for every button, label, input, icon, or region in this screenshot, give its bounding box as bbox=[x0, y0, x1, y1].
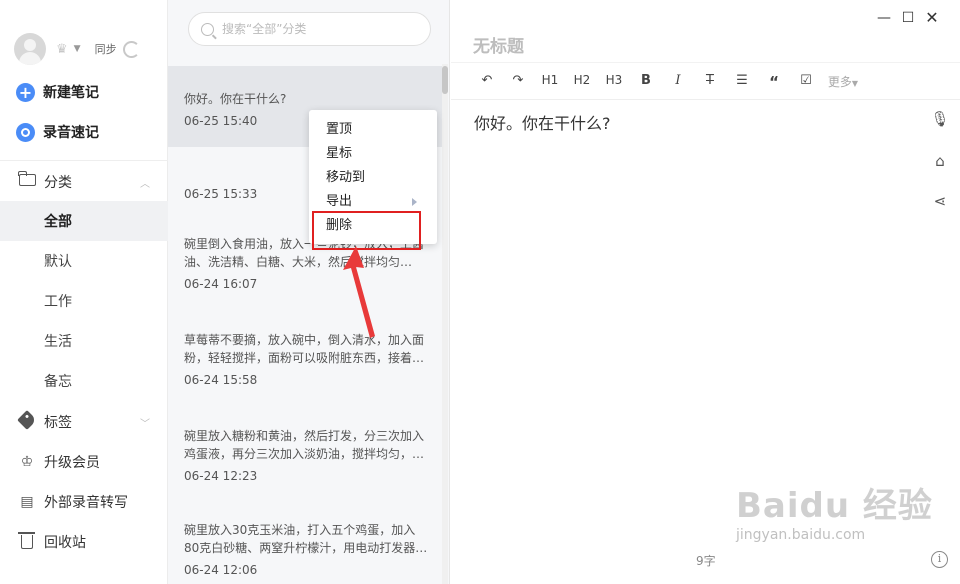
search-box[interactable] bbox=[188, 12, 431, 46]
list-item[interactable]: 碗里放入30克玉米油，打入五个鸡蛋，加入80克白砂糖、两窒升柠檬汁，用电动打发器… bbox=[168, 515, 442, 584]
scrollbar-thumb[interactable] bbox=[442, 66, 448, 94]
checkbox-icon[interactable]: ☑ bbox=[796, 73, 816, 88]
folder-icon bbox=[18, 171, 36, 190]
note-time: 06-24 16:07 bbox=[184, 277, 258, 291]
undo-icon[interactable]: ↶ bbox=[477, 73, 497, 88]
new-note-label: 新建笔记 bbox=[43, 85, 99, 101]
close-icon[interactable]: ✕ bbox=[924, 8, 940, 27]
note-excerpt: 碗里放入糖粉和黄油，然后打发，分三次加入鸡蛋液，再分三次加入淡奶油，搅拌均匀，… bbox=[184, 429, 425, 461]
chevron-down-icon[interactable]: ▼ bbox=[74, 44, 81, 54]
chevron-down-icon: ﹀ bbox=[140, 418, 150, 430]
voice-note-button[interactable]: 录音速记 bbox=[16, 121, 99, 143]
trash-label: 回收站 bbox=[44, 535, 86, 551]
list-item[interactable]: 草莓蒂不要摘，放入碗中，倒入清水，加入面粉，轻轻搅拌，面粉可以吸附脏东西，接着…… bbox=[168, 323, 442, 419]
quote-button[interactable]: “ bbox=[764, 73, 784, 91]
editor-toolbar: ↶ ↷ H1 H2 H3 B I T ☰ “ ☑ 更多▼ bbox=[451, 62, 960, 100]
redo-icon[interactable]: ↷ bbox=[508, 73, 528, 88]
new-note-button[interactable]: + 新建笔记 bbox=[16, 81, 99, 103]
minimize-icon[interactable]: — bbox=[876, 10, 892, 26]
sidebar-item-external-transcribe[interactable]: ▤ 外部录音转写 bbox=[0, 482, 168, 522]
recorder-icon: ▤ bbox=[20, 494, 34, 510]
heading1-button[interactable]: H1 bbox=[540, 73, 560, 87]
annotation-arrow bbox=[343, 246, 375, 338]
menu-item-move-to[interactable]: 移动到 bbox=[309, 166, 437, 190]
more-label: 更多 bbox=[827, 75, 852, 89]
info-icon[interactable]: i bbox=[931, 551, 948, 568]
record-icon bbox=[16, 122, 35, 142]
note-title[interactable]: 无标题 bbox=[473, 32, 524, 57]
menu-item-export-label: 导出 bbox=[326, 194, 353, 209]
maximize-icon[interactable]: ☐ bbox=[900, 10, 916, 26]
chevron-up-icon: ︿ bbox=[140, 178, 150, 190]
heading2-button[interactable]: H2 bbox=[572, 73, 592, 87]
vip-icon: ♔ bbox=[20, 454, 34, 470]
sidebar-item-tags[interactable]: 标签 ﹀ bbox=[0, 402, 168, 442]
sidebar-item-memo[interactable]: 备忘 bbox=[0, 361, 168, 401]
category-label: 分类 bbox=[44, 175, 72, 191]
sidebar-item-life[interactable]: 生活 bbox=[0, 321, 168, 361]
tag-icon bbox=[17, 410, 37, 431]
sidebar-item-default[interactable]: 默认 bbox=[0, 241, 168, 281]
list-item[interactable]: 碗里放入糖粉和黄油，然后打发，分三次加入鸡蛋液，再分三次加入淡奶油，搅拌均匀，…… bbox=[168, 419, 442, 515]
sidebar: ♛ ▼ 同步 + 新建笔记 录音速记 分类 ︿ 全部 默认 工作 生活 备忘 标… bbox=[0, 0, 168, 584]
bold-button[interactable]: B bbox=[636, 73, 656, 88]
more-button[interactable]: 更多▼ bbox=[823, 73, 863, 90]
note-excerpt: 你好。你在干什么? bbox=[184, 92, 287, 106]
menu-item-pin[interactable]: 置顶 bbox=[309, 118, 437, 142]
note-content[interactable]: 你好。你在干什么? bbox=[474, 110, 611, 134]
watermark-logo: Baidu 经验 bbox=[736, 486, 933, 526]
watermark: Baidu 经验 jingyan.baidu.com bbox=[736, 478, 933, 543]
sidebar-item-upgrade[interactable]: ♔ 升级会员 bbox=[0, 442, 168, 482]
note-time: 06-24 12:23 bbox=[184, 469, 258, 483]
share-icon[interactable]: ⋖ bbox=[929, 192, 951, 210]
search-icon bbox=[201, 22, 214, 36]
trash-icon bbox=[18, 531, 36, 553]
search-input[interactable] bbox=[222, 22, 412, 36]
italic-button[interactable]: I bbox=[668, 73, 688, 88]
microphone-icon[interactable]: 🎙 bbox=[929, 110, 951, 128]
plus-icon: + bbox=[16, 82, 35, 102]
avatar[interactable] bbox=[14, 33, 46, 65]
voice-note-label: 录音速记 bbox=[43, 125, 99, 141]
crown-icon[interactable]: ♛ bbox=[56, 42, 68, 57]
sidebar-item-work[interactable]: 工作 bbox=[0, 281, 168, 321]
strikethrough-icon[interactable]: T bbox=[700, 73, 720, 88]
tags-label: 标签 bbox=[44, 415, 72, 431]
note-time: 06-24 15:58 bbox=[184, 373, 258, 387]
note-list: 你好。你在干什么? 06-25 15:40 06-25 15:33 碗里倒入食用… bbox=[168, 0, 450, 584]
sync-label[interactable]: 同步 bbox=[95, 41, 117, 57]
scrollbar[interactable] bbox=[442, 64, 448, 584]
sidebar-item-category[interactable]: 分类 ︿ bbox=[0, 162, 168, 202]
sync-icon[interactable] bbox=[122, 40, 140, 58]
divider bbox=[0, 160, 168, 161]
heading3-button[interactable]: H3 bbox=[604, 73, 624, 87]
submenu-arrow-icon bbox=[412, 198, 417, 206]
align-icon[interactable]: ☰ bbox=[732, 73, 752, 88]
sidebar-item-all[interactable]: 全部 bbox=[0, 201, 168, 241]
user-row: ♛ ▼ 同步 bbox=[14, 33, 164, 65]
sidebar-item-trash[interactable]: 回收站 bbox=[0, 522, 168, 562]
external-transcribe-label: 外部录音转写 bbox=[44, 495, 128, 511]
menu-item-star[interactable]: 星标 bbox=[309, 142, 437, 166]
upgrade-label: 升级会员 bbox=[44, 455, 100, 471]
tag-icon[interactable]: ⌂ bbox=[929, 152, 951, 170]
word-count: 9字 bbox=[696, 554, 716, 568]
note-time: 06-24 12:06 bbox=[184, 563, 258, 577]
watermark-url: jingyan.baidu.com bbox=[736, 527, 866, 543]
note-excerpt: 碗里放入30克玉米油，打入五个鸡蛋，加入80克白砂糖、两窒升柠檬汁，用电动打发器… bbox=[184, 523, 428, 555]
note-excerpt: 草莓蒂不要摘，放入碗中，倒入清水，加入面粉，轻轻搅拌，面粉可以吸附脏东西，接着… bbox=[184, 333, 425, 365]
